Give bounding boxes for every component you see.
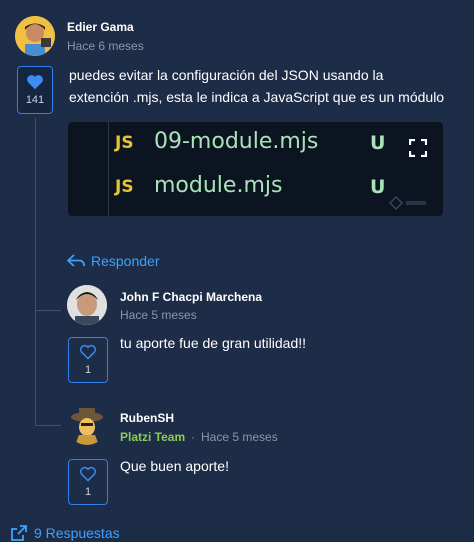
git-status: U — [370, 176, 386, 198]
replies-count-label: 9 Respuestas — [34, 525, 120, 541]
code-screenshot[interactable]: JS 09-module.mjs U JS module.mjs U — [68, 122, 443, 216]
thread-branch — [35, 425, 61, 426]
avatar[interactable] — [15, 16, 55, 56]
file-name: module.mjs — [154, 173, 283, 198]
avatar[interactable] — [67, 285, 107, 325]
author-name[interactable]: Edier Gama — [67, 20, 134, 34]
like-count: 1 — [84, 364, 92, 376]
platzi-watermark-icon — [389, 196, 426, 210]
reply-label: Responder — [91, 253, 160, 269]
like-count: 1 — [84, 486, 92, 498]
like-button[interactable]: 141 — [17, 66, 53, 114]
heart-icon — [27, 75, 43, 90]
reply-text: tu aporte fue de gran utilidad!! — [120, 335, 307, 351]
like-button[interactable]: 1 — [68, 459, 108, 505]
avatar[interactable] — [67, 405, 107, 445]
thread-line — [35, 118, 36, 425]
footer-bar: 9 Respuestas — [0, 517, 474, 542]
expand-icon[interactable] — [409, 139, 427, 157]
timestamp: Hace 5 meses — [201, 430, 278, 444]
timestamp: Hace 5 meses — [120, 308, 197, 322]
author-name[interactable]: John F Chacpi Marchena — [120, 290, 262, 304]
like-button[interactable]: 1 — [68, 337, 108, 383]
reply-button[interactable]: Responder — [67, 253, 160, 269]
view-replies-link[interactable]: 9 Respuestas — [11, 525, 120, 541]
reply-text: Que buen aporte! — [120, 458, 229, 474]
reply-icon — [67, 254, 85, 267]
comment-text-line: extención .mjs, esta le indica a JavaScr… — [69, 89, 445, 105]
file-name: 09-module.mjs — [154, 129, 319, 154]
comment-card: Edier Gama Hace 6 meses 141 puedes evita… — [0, 0, 474, 542]
timestamp: Hace 6 meses — [67, 39, 144, 53]
js-file-icon: JS — [115, 133, 134, 153]
external-link-icon — [11, 525, 27, 541]
separator: · — [191, 430, 195, 444]
heart-outline-icon — [80, 344, 96, 360]
git-status: U — [370, 132, 386, 154]
file-row: JS module.mjs U — [108, 169, 408, 203]
heart-outline-icon — [80, 466, 96, 482]
thread-branch — [35, 310, 61, 311]
like-count: 141 — [25, 94, 45, 106]
team-badge: Platzi Team — [120, 430, 186, 444]
js-file-icon: JS — [115, 177, 134, 197]
file-row: JS 09-module.mjs U — [108, 125, 408, 159]
comment-text-line: puedes evitar la configuración del JSON … — [69, 67, 384, 83]
author-name[interactable]: RubenSH — [120, 411, 174, 425]
